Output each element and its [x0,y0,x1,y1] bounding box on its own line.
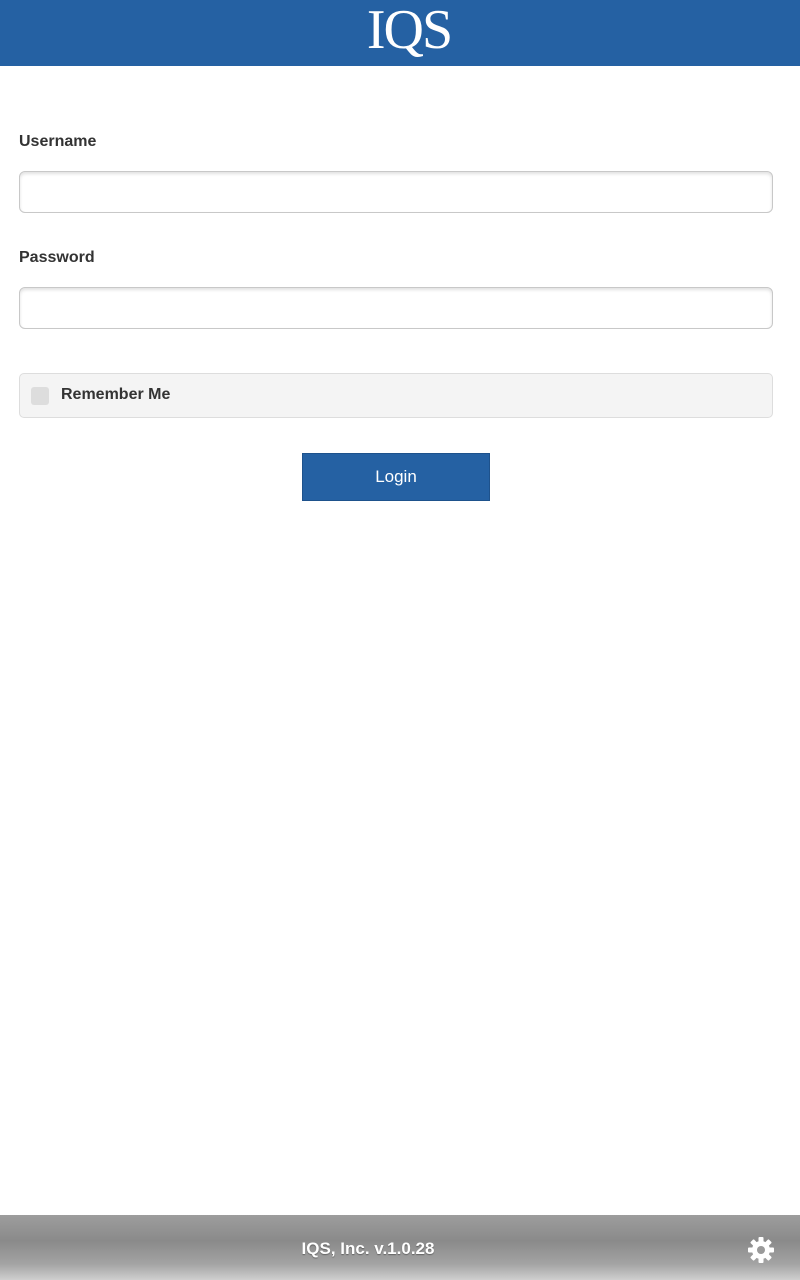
gear-icon [748,1237,774,1263]
company-version-label: IQS, Inc. v.1.0.28 [301,1239,435,1258]
remember-me-toggle[interactable]: Remember Me [19,373,773,418]
remember-me-label: Remember Me [61,386,171,403]
username-label: Username [19,133,97,150]
remember-me-checkbox[interactable] [31,387,49,405]
login-button[interactable]: Login [302,453,490,501]
settings-button[interactable] [746,1235,776,1265]
password-input[interactable] [19,287,773,329]
username-input[interactable] [19,171,773,213]
password-label: Password [19,249,95,266]
app-header: IQS [0,0,800,66]
app-footer: IQS, Inc. v.1.0.28 [0,1215,800,1280]
app-logo: IQS [366,0,453,61]
